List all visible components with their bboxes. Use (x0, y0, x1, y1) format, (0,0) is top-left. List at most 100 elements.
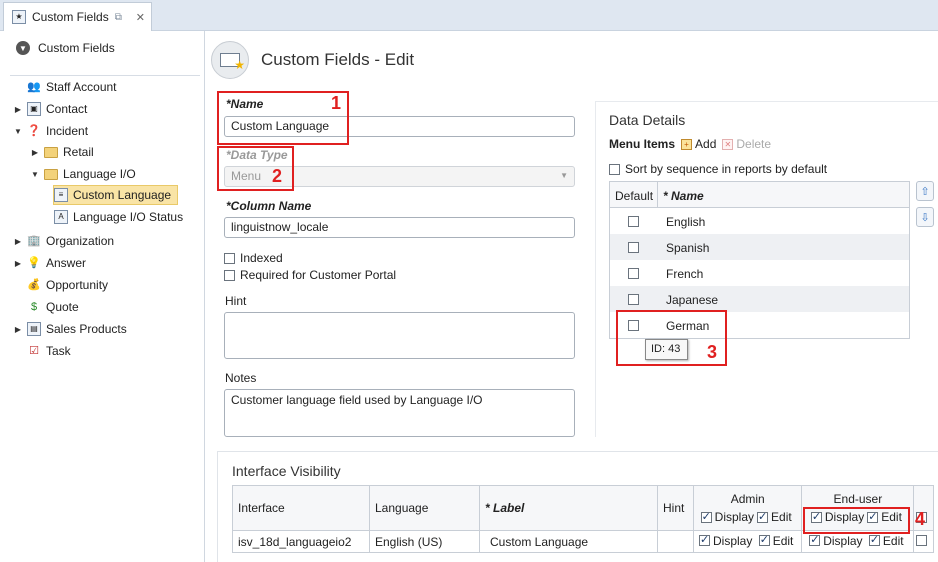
sidebar-item-label: Contact (46, 102, 88, 116)
sidebar-item-label: Incident (46, 124, 89, 138)
default-column-header[interactable]: Default (615, 189, 653, 203)
sidebar-item-label: Language I/O Status (73, 210, 184, 224)
display-label: Display (713, 533, 753, 548)
column-name-label: *Column Name (226, 199, 312, 213)
custom-field-edit-icon: ★ (211, 41, 249, 79)
column-name-field[interactable]: linguistnow_locale (224, 217, 575, 238)
table-row[interactable]: Spanish (610, 234, 909, 260)
label-cell[interactable]: Custom Language (479, 530, 658, 553)
admin-edit-checkbox[interactable] (758, 533, 770, 547)
sidebar-item-label: Sales Products (46, 322, 127, 336)
sidebar-item-quote[interactable]: $ Quote (14, 297, 79, 317)
edit-label: Edit (882, 533, 904, 548)
required-checkbox-row[interactable]: Required for Customer Portal (224, 268, 396, 282)
display-label: Display (823, 533, 863, 548)
divider (10, 75, 200, 76)
sidebar-item-retail[interactable]: ▶ Retail (31, 142, 94, 162)
sidebar-item-task[interactable]: ☑ Task (14, 341, 71, 361)
extra-checkbox[interactable] (916, 534, 928, 546)
default-checkbox[interactable] (628, 294, 639, 305)
expand-icon[interactable]: ▶ (31, 148, 39, 157)
sidebar-item-opportunity[interactable]: 💰 Opportunity (14, 275, 108, 295)
admin-column-header: Admin Display Edit (692, 485, 803, 531)
indexed-label: Indexed (240, 251, 283, 265)
organization-icon: 🏢 (27, 234, 41, 247)
sort-label: Sort by sequence in reports by default (625, 162, 828, 176)
sort-by-sequence-checkbox[interactable] (609, 163, 620, 175)
expand-icon[interactable]: ▶ (14, 237, 22, 246)
menu-items-label: Menu Items (609, 137, 676, 151)
table-row[interactable]: French (610, 260, 909, 286)
collapse-icon[interactable]: ▼ (31, 170, 39, 179)
expand-icon[interactable]: ▶ (14, 259, 22, 268)
tab-custom-fields[interactable]: ★ Custom Fields ⧉ ✕ (3, 2, 152, 31)
sidebar-item-label: Staff Account (46, 80, 117, 94)
extra-cell (913, 530, 935, 553)
default-checkbox[interactable] (628, 216, 639, 227)
move-up-icon[interactable]: ⇧ (916, 181, 934, 201)
menu-item-name: English (666, 215, 706, 229)
edit-label: Edit (771, 510, 792, 524)
collapse-icon[interactable]: ▼ (14, 127, 22, 136)
sidebar-header[interactable]: ▼ Custom Fields (16, 41, 115, 55)
expand-icon[interactable]: ▶ (14, 105, 22, 114)
admin-edit-all-checkbox[interactable] (757, 510, 769, 523)
add-button[interactable]: + Add (681, 137, 716, 151)
annotation-box-1 (217, 91, 349, 145)
move-down-icon[interactable]: ⇩ (916, 207, 934, 227)
page-title: Custom Fields - Edit (261, 50, 415, 69)
menu-items-toolbar: Menu Items + Add ✕ Delete (609, 137, 771, 151)
sidebar-item-custom-language[interactable]: ≡ Custom Language (53, 185, 179, 205)
sidebar-item-incident[interactable]: ▼ ❓ Incident (14, 121, 88, 141)
enduser-display-checkbox[interactable] (809, 533, 821, 547)
annotation-number-3: 3 (707, 342, 718, 362)
admin-cell: Display Edit (692, 530, 803, 553)
sidebar-item-label: Language I/O (63, 167, 136, 181)
add-icon: + (681, 138, 693, 150)
interface-cell: isv_18d_languageio2 (232, 530, 370, 553)
table-row[interactable]: English (610, 208, 909, 234)
sidebar-item-language-io[interactable]: ▼ Language I/O (31, 164, 136, 184)
default-checkbox[interactable] (628, 268, 639, 279)
sidebar-item-answer[interactable]: ▶ 💡 Answer (14, 253, 86, 273)
name-column-header[interactable]: * Name (663, 189, 704, 203)
hint-textarea[interactable] (224, 312, 575, 359)
language-column-header: Language (369, 485, 480, 531)
admin-display-checkbox[interactable] (699, 533, 710, 547)
folder-open-icon (44, 168, 58, 180)
sidebar-item-label: Custom Language (73, 188, 172, 202)
sidebar-item-organization[interactable]: ▶ 🏢 Organization (14, 231, 114, 251)
pin-icon[interactable]: ⧉ (115, 12, 122, 23)
close-icon[interactable]: ✕ (136, 11, 145, 24)
delete-label: Delete (736, 137, 772, 151)
notes-textarea[interactable]: Customer language field used by Language… (224, 389, 575, 437)
delete-button: ✕ Delete (722, 137, 771, 151)
expand-icon[interactable]: ▶ (14, 325, 22, 334)
contact-icon: ▣ (27, 102, 41, 116)
sidebar-item-contact[interactable]: ▶ ▣ Contact (14, 99, 87, 119)
sidebar-item-sales-products[interactable]: ▶ ▤ Sales Products (14, 319, 127, 339)
menu-item-name: Spanish (666, 241, 710, 255)
enduser-edit-checkbox[interactable] (868, 533, 880, 547)
sort-checkbox-row[interactable]: Sort by sequence in reports by default (609, 162, 827, 176)
menu-field-icon: ≡ (54, 188, 68, 202)
hint-cell[interactable] (657, 530, 694, 553)
admin-display-all-checkbox[interactable] (700, 510, 712, 523)
default-checkbox[interactable] (628, 242, 639, 253)
sales-products-icon: ▤ (27, 322, 41, 336)
required-label: Required for Customer Portal (240, 268, 397, 282)
annotation-number-4: 4 (915, 509, 926, 529)
required-customer-portal-checkbox[interactable] (224, 269, 235, 281)
collapse-icon[interactable]: ▼ (16, 41, 30, 55)
sidebar-item-label: Task (46, 344, 71, 358)
indexed-checkbox-row[interactable]: Indexed (224, 251, 283, 265)
sidebar-item-staff-account[interactable]: 👥 Staff Account (14, 77, 117, 97)
data-details-title: Data Details (609, 112, 686, 128)
menu-item-name: French (666, 267, 704, 281)
table-row[interactable]: Japanese (610, 286, 909, 312)
chevron-down-icon: ▼ (560, 171, 568, 180)
sidebar-item-language-io-status[interactable]: A Language I/O Status (54, 207, 183, 227)
indexed-checkbox[interactable] (224, 252, 235, 264)
sidebar-item-label: Quote (46, 300, 79, 314)
sidebar-item-label: Organization (46, 234, 115, 248)
